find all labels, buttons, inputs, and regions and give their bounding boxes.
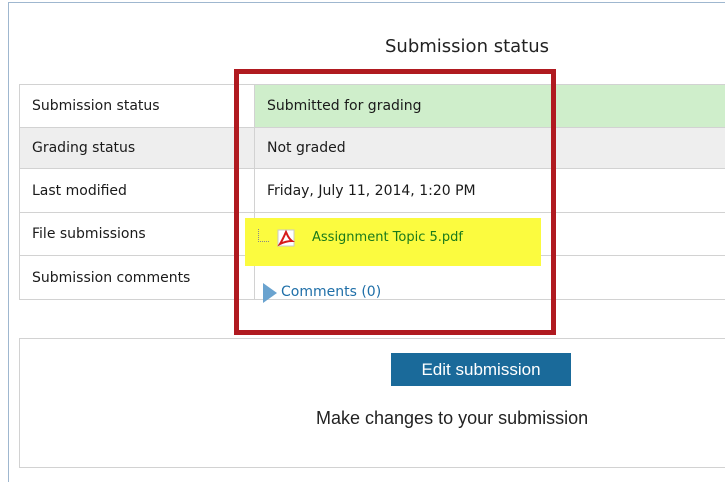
- edit-submission-button[interactable]: Edit submission: [391, 353, 571, 386]
- page-title: Submission status: [385, 36, 549, 57]
- row-label: Grading status: [20, 128, 255, 169]
- actions-panel: [19, 338, 725, 468]
- annotation-box: [234, 69, 556, 335]
- row-label: Submission status: [20, 85, 255, 128]
- row-label: File submissions: [20, 213, 255, 256]
- edit-description: Make changes to your submission: [316, 408, 588, 429]
- row-label: Last modified: [20, 169, 255, 213]
- row-label: Submission comments: [20, 256, 255, 300]
